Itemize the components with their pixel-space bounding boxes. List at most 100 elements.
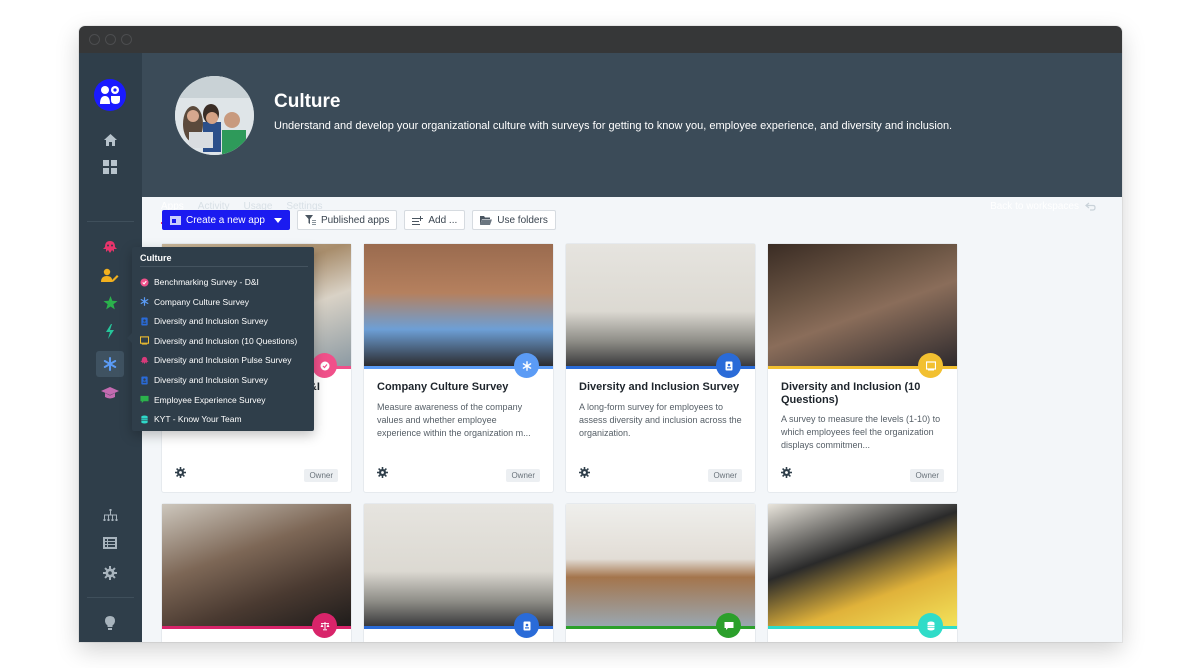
scale-badge-icon [312,613,337,638]
workspace-header: Culture Understand and develop your orga… [142,53,1122,224]
star-icon [103,296,117,310]
flyout-menu-item-label: Diversity and Inclusion Survey [154,316,268,327]
app-card-image [364,504,553,626]
home-icon [103,134,117,146]
app-card-image [768,504,957,626]
app-card-title[interactable]: Diversity and Inclusion Survey [579,381,744,394]
octopus-icon [140,356,149,365]
sidebar-item-workspace-star[interactable] [96,291,124,315]
flyout-menu-item[interactable]: Company Culture Survey [140,297,249,307]
window-maximize-button[interactable] [121,34,132,45]
workspace-avatar [175,76,254,155]
app-card-description: Measure awareness of the company values … [377,402,531,438]
octopus-icon [103,241,117,253]
sidebar-item-ideas[interactable] [96,611,124,635]
database-badge-icon [918,613,943,638]
sidebar-item-workspace-people[interactable] [96,263,124,287]
app-card-description: A survey to measure the levels (1-10) to… [781,414,941,450]
app-card-title[interactable]: Diversity and Inclusion (10 Questions) [781,381,946,407]
app-card-image [162,504,351,626]
flyout-menu-item[interactable]: Diversity and Inclusion Survey [140,316,268,326]
flyout-menu-item[interactable]: Benchmarking Survey - D&I [140,277,259,287]
sidebar-item-workspace-education[interactable] [96,381,124,405]
app-card-image [566,244,755,366]
check-badge-icon [140,277,149,287]
sidebar-item-workspace-bolt[interactable] [96,319,124,343]
app-settings-gear-icon[interactable] [579,465,590,483]
app-card-image [566,504,755,626]
flyout-menu-item[interactable]: Diversity and Inclusion Survey [140,375,268,385]
owner-tag: Owner [304,469,338,482]
app-card[interactable]: Diversity and Inclusion Survey A long-for… [566,244,755,492]
owner-tag: Owner [910,469,944,482]
app-card[interactable]: Diversity and Inclusion (10 Questions) A … [768,244,957,492]
chat-icon [140,395,149,404]
use-folders-button[interactable]: Use folders [472,210,556,230]
sidebar-item-workspace-culture[interactable] [96,351,124,377]
database-icon [140,415,149,424]
flyout-menu-item-label: Diversity and Inclusion (10 Questions) [154,335,298,346]
asterisk-badge-icon [514,353,539,378]
apps-toolbar: Create a new app Published apps Add ... … [162,210,556,230]
back-to-workspaces-link[interactable]: Back to workspaces [990,201,1096,212]
window-close-button[interactable] [89,34,100,45]
app-card[interactable]: Company Culture Survey Measure awareness … [364,244,553,492]
window-minimize-button[interactable] [105,34,116,45]
presentation-badge-icon [918,353,943,378]
flyout-menu-item[interactable]: KYT - Know Your Team [140,414,242,424]
flyout-menu-item-label: Company Culture Survey [154,296,249,307]
sidebar-item-directory[interactable] [96,531,124,555]
app-card[interactable] [364,504,553,642]
published-apps-label: Published apps [320,214,390,226]
app-card[interactable] [162,504,351,642]
app-card-image [364,244,553,366]
sitemap-icon [103,508,117,521]
sidebar-item-home[interactable] [96,128,124,152]
app-settings-gear-icon[interactable] [377,465,388,483]
flyout-menu-item-label: Benchmarking Survey - D&I [154,277,259,287]
flyout-title: Culture [140,253,172,263]
flyout-menu-item-label: Diversity and Inclusion Pulse Survey [154,355,292,366]
workspace-description: Understand and develop your organization… [274,120,953,132]
flyout-menu-item-label: KYT - Know Your Team [154,414,242,425]
published-apps-button[interactable]: Published apps [296,210,398,230]
app-card[interactable] [566,504,755,642]
grid-icon [103,160,117,174]
use-folders-label: Use folders [497,214,548,226]
workspace-title: Culture [274,91,341,112]
app-window-icon [170,215,181,225]
create-new-app-label: Create a new app [186,214,265,226]
id-card-icon [140,375,149,385]
flyout-menu-item-label: Employee Experience Survey [154,394,266,405]
app-settings-gear-icon[interactable] [175,465,186,483]
id-card-badge-icon [514,613,539,638]
flyout-menu-item[interactable]: Diversity and Inclusion Pulse Survey [140,355,291,365]
presentation-icon [140,336,149,345]
app-card-image [768,244,957,366]
sidebar-item-settings[interactable] [96,561,124,585]
sidebar-divider [87,597,134,598]
flyout-menu-item[interactable]: Diversity and Inclusion (10 Questions) [140,336,297,346]
flyout-divider [140,266,308,267]
asterisk-icon [140,297,149,307]
sidebar-item-org-chart[interactable] [96,503,124,527]
sidebar-item-dashboard[interactable] [96,155,124,179]
owner-tag: Owner [506,469,540,482]
caret-down-icon [273,217,282,223]
user-edit-icon [101,268,119,282]
app-settings-gear-icon[interactable] [781,465,792,483]
create-new-app-button[interactable]: Create a new app [162,210,290,230]
sidebar-divider [87,221,134,222]
add-button[interactable]: Add ... [404,210,466,230]
asterisk-icon [103,357,117,371]
app-card[interactable] [768,504,957,642]
workspace-logo[interactable] [94,79,126,111]
filter-icon [304,215,316,225]
add-label: Add ... [428,214,458,226]
list-icon [103,537,117,549]
flyout-menu-item[interactable]: Employee Experience Survey [140,395,266,405]
workspace-flyout-menu: Culture Benchmarking Survey - D&I Company… [127,247,314,431]
app-card-title[interactable]: Company Culture Survey [377,381,542,394]
sidebar-item-workspace-pink[interactable] [96,235,124,259]
team-photo [175,76,254,155]
